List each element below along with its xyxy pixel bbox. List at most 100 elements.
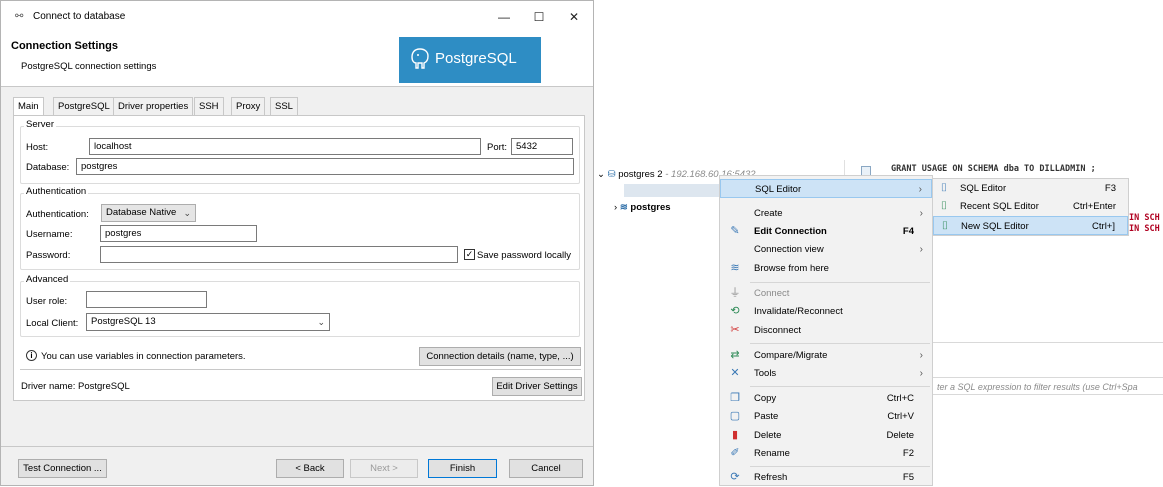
menu-item-label: Compare/Migrate xyxy=(754,350,828,361)
minimize-button[interactable]: — xyxy=(492,7,516,27)
save-password-checkbox[interactable]: ✓ xyxy=(464,249,475,260)
menu-item-connection-view[interactable]: Connection view › xyxy=(720,240,932,259)
maximize-button[interactable]: ☐ xyxy=(527,7,551,27)
sql-editor-icon: ⌷ xyxy=(940,182,948,194)
menu-item-invalidate-reconnect[interactable]: ⟲ Invalidate/Reconnect xyxy=(720,302,932,321)
menu-item-delete[interactable]: ▮ Delete Delete xyxy=(720,426,932,445)
database-input[interactable]: postgres xyxy=(76,158,574,175)
menu-item-compare-migrate[interactable]: ⇄ Compare/Migrate › xyxy=(720,346,932,365)
plug-icon: ⏚ xyxy=(729,287,741,299)
recent-sql-editor-icon: ⌷ xyxy=(940,200,948,212)
divider xyxy=(933,342,1163,343)
menu-item-shortcut: F3 xyxy=(1104,183,1116,194)
submenu-item-new-sql-editor[interactable]: ⌷ New SQL Editor Ctrl+] xyxy=(933,216,1128,235)
menu-item-label: Rename xyxy=(754,448,790,459)
dialog-header: Connection Settings PostgreSQL connectio… xyxy=(1,32,593,87)
filter-input[interactable]: ter a SQL expression to filter results (… xyxy=(933,377,1163,395)
tree-item-blurred[interactable] xyxy=(624,184,720,197)
menu-item-browse-from-here[interactable]: ≋ Browse from here xyxy=(720,259,932,278)
submenu-item-sql-editor[interactable]: ⌷ SQL Editor F3 xyxy=(933,179,1128,198)
menu-item-shortcut: Delete xyxy=(886,430,914,441)
back-button[interactable]: < Back xyxy=(276,459,344,478)
host-input[interactable]: localhost xyxy=(89,138,481,155)
database-label: Database: xyxy=(26,162,70,173)
chevron-right-icon[interactable]: › xyxy=(614,202,617,213)
info-text: You can use variables in connection para… xyxy=(41,351,246,362)
local-client-select-value: PostgreSQL 13 xyxy=(91,316,156,327)
username-label: Username: xyxy=(26,229,73,240)
connection-details-button[interactable]: Connection details (name, type, ...) xyxy=(419,347,581,366)
tab-postgresql[interactable]: PostgreSQL xyxy=(53,97,115,115)
menu-item-paste[interactable]: ▢ Paste Ctrl+V xyxy=(720,407,932,426)
chevron-right-icon: › xyxy=(918,184,922,195)
menu-item-create[interactable]: Create › xyxy=(720,204,932,223)
advanced-group-label: Advanced xyxy=(24,274,71,285)
rename-icon: ✐ xyxy=(730,447,740,459)
driver-name-text: Driver name: PostgreSQL xyxy=(21,381,130,392)
tab-ssl[interactable]: SSL xyxy=(270,97,298,115)
menu-item-rename[interactable]: ✐ Rename F2 xyxy=(720,444,932,463)
menu-item-label: Tools xyxy=(754,368,777,379)
menu-item-refresh[interactable]: ⟳ Refresh F5 xyxy=(720,468,932,487)
host-label: Host: xyxy=(26,142,49,153)
sql-editor-submenu: ⌷ SQL Editor F3 ⌷ Recent SQL Editor Ctrl… xyxy=(932,178,1129,236)
port-label: Port: xyxy=(487,142,508,153)
disconnect-icon: ✂ xyxy=(730,324,740,336)
menu-item-sql-editor[interactable]: SQL Editor › xyxy=(720,179,932,198)
cancel-button[interactable]: Cancel xyxy=(509,459,583,478)
menu-item-label: Edit Connection xyxy=(754,226,827,237)
menu-item-label: Disconnect xyxy=(754,325,801,336)
header-title: Connection Settings xyxy=(11,40,118,52)
menu-item-label: Browse from here xyxy=(754,263,829,274)
menu-item-label: Connect xyxy=(754,288,790,299)
chevron-right-icon: › xyxy=(919,368,923,379)
tab-proxy[interactable]: Proxy xyxy=(231,97,266,115)
authentication-group-label: Authentication xyxy=(24,186,89,197)
menu-item-shortcut: F2 xyxy=(902,448,914,459)
menu-item-label: Invalidate/Reconnect xyxy=(754,306,843,317)
authentication-select[interactable]: Database Native ⌄ xyxy=(101,204,196,222)
test-connection-button[interactable]: Test Connection ... xyxy=(18,459,107,478)
user-role-input[interactable] xyxy=(86,291,207,308)
edit-driver-settings-button[interactable]: Edit Driver Settings xyxy=(492,377,582,396)
tab-panel-main: Server Host: localhost Port: 5432 Databa… xyxy=(13,115,585,401)
menu-item-edit-connection[interactable]: ✎ Edit Connection F4 xyxy=(720,222,932,241)
tree-item-postgres-db[interactable]: › ≋ postgres xyxy=(614,202,671,213)
footer-divider xyxy=(1,446,593,447)
menu-item-shortcut: Ctrl+] xyxy=(1092,221,1115,232)
next-button[interactable]: Next > xyxy=(350,459,418,478)
elephant-icon xyxy=(411,48,429,69)
chevron-down-icon[interactable]: ⌄ xyxy=(597,169,605,180)
menu-item-label: Refresh xyxy=(754,472,788,483)
menu-item-shortcut: Ctrl+V xyxy=(887,411,914,422)
menu-item-label: Recent SQL Editor xyxy=(960,201,1039,212)
app-icon: ⚯ xyxy=(15,11,24,22)
port-input[interactable]: 5432 xyxy=(511,138,573,155)
divider xyxy=(20,369,581,370)
title-bar: ⚯ Connect to database — ☐ ✕ xyxy=(1,1,593,32)
local-client-select[interactable]: PostgreSQL 13 ⌄ xyxy=(86,313,330,331)
connection-label: postgres 2 xyxy=(618,169,663,180)
username-input[interactable]: postgres xyxy=(100,225,257,242)
menu-item-tools[interactable]: ✕ Tools › xyxy=(720,364,932,383)
authentication-label: Authentication: xyxy=(26,209,89,220)
refresh-icon: ⟳ xyxy=(730,471,740,483)
submenu-item-recent-sql-editor[interactable]: ⌷ Recent SQL Editor Ctrl+Enter xyxy=(933,197,1128,216)
menu-item-label: Copy xyxy=(754,393,777,404)
finish-button[interactable]: Finish xyxy=(428,459,497,478)
pencil-icon: ✎ xyxy=(730,225,740,237)
menu-item-copy[interactable]: ❐ Copy Ctrl+C xyxy=(720,389,932,408)
tab-ssh[interactable]: SSH xyxy=(194,97,224,115)
tab-driver-properties[interactable]: Driver properties xyxy=(113,97,194,115)
menu-item-disconnect[interactable]: ✂ Disconnect xyxy=(720,321,932,340)
database-icon: ≋ xyxy=(619,202,628,213)
menu-separator xyxy=(750,466,930,467)
menu-item-connect[interactable]: ⏚ Connect xyxy=(720,284,932,303)
context-menu: SQL Editor › Create › ✎ Edit Connection … xyxy=(719,175,933,486)
logo-text: PostgreSQL xyxy=(435,50,517,67)
tab-main[interactable]: Main xyxy=(13,97,44,116)
sql-line-1: GRANT USAGE ON SCHEMA dba TO DILLADMIN ; xyxy=(891,164,1096,174)
menu-item-shortcut: F4 xyxy=(902,226,914,237)
password-input[interactable] xyxy=(100,246,458,263)
close-button[interactable]: ✕ xyxy=(562,7,586,27)
